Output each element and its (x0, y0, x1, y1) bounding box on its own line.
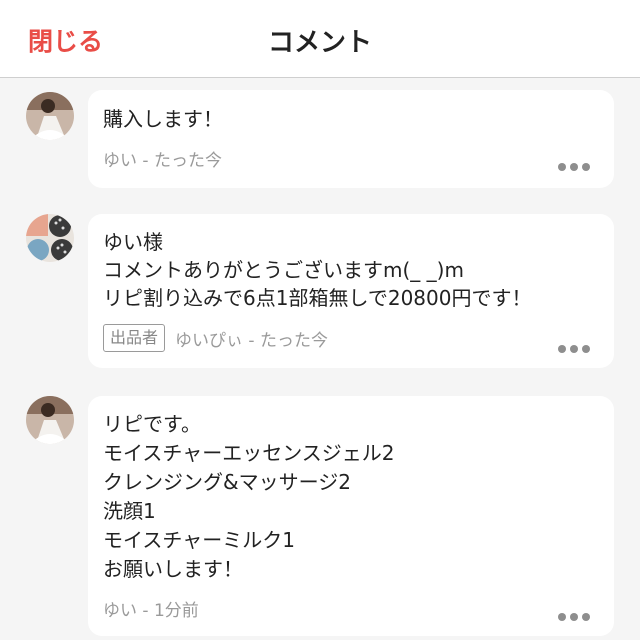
user-photo-icon (26, 396, 74, 444)
seller-photo-icon (26, 214, 74, 262)
comment-text-line: モイスチャーミルク1 (103, 528, 295, 552)
comment-meta: ゆい - たった今 (103, 146, 222, 171)
header-bar: 閉じる コメント (0, 0, 640, 78)
page-title: コメント (267, 28, 372, 58)
comment-text-line: お願いします！ (103, 557, 243, 581)
comment-bubble: 購入します！ ゆい - たった今 (88, 90, 614, 188)
comment-text-line: モイスチャーエッセンスジェル2 (103, 441, 395, 465)
comment-author[interactable]: ゆいぴぃ - たった今 (175, 326, 328, 351)
seller-badge: 出品者 (103, 324, 166, 352)
avatar[interactable] (26, 92, 74, 140)
comment-author[interactable]: ゆい - たった今 (103, 146, 222, 171)
comment-text-line: 洗顔1 (103, 499, 156, 523)
comment-text-line: コメントありがとうございますm(_ _)m (103, 258, 464, 282)
comment-text-line: リピです。 (103, 412, 201, 436)
comment-bubble: ゆい様 コメントありがとうございますm(_ _)m リピ割り込みで6点1部箱無し… (88, 214, 614, 368)
more-options-icon[interactable] (558, 162, 590, 172)
comment-text: 購入します！ (103, 107, 223, 131)
comment-meta: ゆい - 1分前 (103, 596, 199, 621)
comment-author[interactable]: ゆい - 1分前 (103, 596, 199, 621)
more-options-icon[interactable] (558, 344, 590, 354)
comment-bubble: リピです。 モイスチャーエッセンスジェル2 クレンジング&マッサージ2 洗顔1 … (88, 396, 614, 636)
avatar[interactable] (26, 396, 74, 444)
comment-meta: 出品者 ゆいぴぃ - たった今 (103, 324, 328, 352)
avatar[interactable] (26, 214, 74, 262)
more-options-icon[interactable] (558, 612, 590, 622)
comment-text-line: ゆい様 (103, 230, 163, 254)
user-photo-icon (26, 92, 74, 140)
comment-text-line: クレンジング&マッサージ2 (103, 470, 351, 494)
comment-text-line: リピ割り込みで6点1部箱無しで20800円です！ (103, 286, 532, 310)
